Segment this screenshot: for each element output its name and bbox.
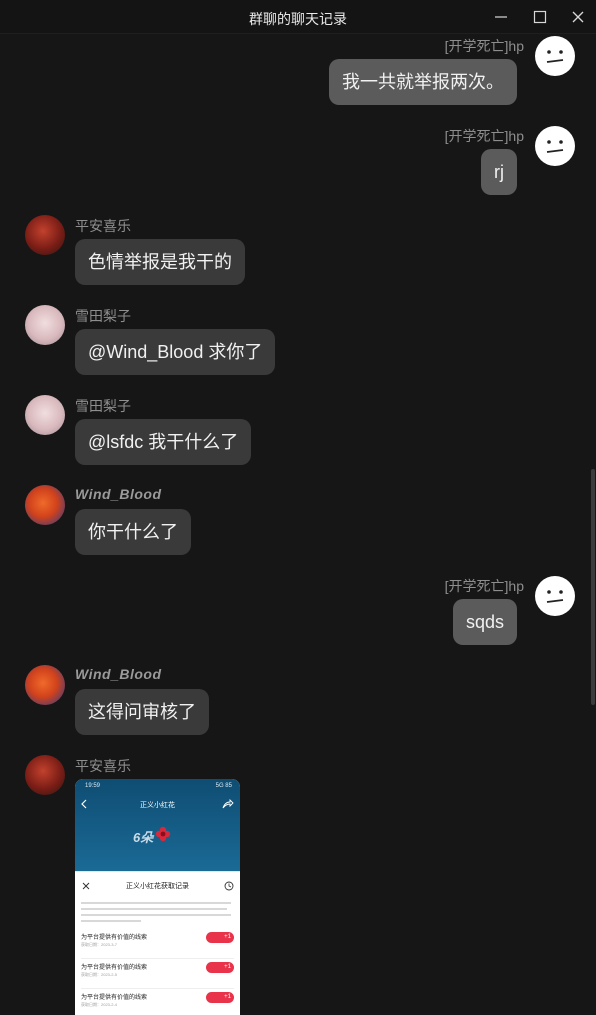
list-item: 为平台提供有价值的线索 获取日期：2023-2-5 +1 [81, 959, 234, 989]
flower-badge: +1 [206, 962, 234, 973]
image-message[interactable]: 19:59 5G 85 正义小红花 6朵 正义小红花获取记录 为平台提供有价值的… [75, 779, 240, 1015]
clock-icon [224, 881, 234, 891]
title-bar: 群聊的聊天记录 [0, 0, 596, 34]
maximize-button[interactable] [521, 0, 559, 34]
list-item: 为平台提供有价值的线索 获取日期：2023-2-4 +1 [81, 989, 234, 1015]
share-icon [222, 799, 234, 809]
message-bubble[interactable]: 这得问审核了 [75, 689, 209, 735]
message-bubble[interactable]: @Wind_Blood 求你了 [75, 329, 276, 375]
row-title: 为平台提供有价值的线索 [81, 995, 148, 1001]
message-bubble[interactable]: rj [481, 149, 517, 195]
sender-name: 平安喜乐 [75, 758, 131, 774]
red-character-avatar[interactable] [25, 755, 65, 795]
list-item: 为平台提供有价值的线索 获取日期：2023-3-7 +1 [81, 929, 234, 959]
meh-face-icon[interactable] [535, 576, 575, 616]
status-signal: 5G 85 [215, 783, 232, 789]
meh-face-icon[interactable] [535, 36, 575, 76]
flower-badge: +1 [206, 932, 234, 943]
meh-face-icon[interactable] [535, 126, 575, 166]
divider [75, 871, 240, 872]
message-bubble[interactable]: sqds [452, 599, 517, 645]
sender-name: 雪田梨子 [75, 308, 131, 324]
sender-name: 平安喜乐 [75, 218, 131, 234]
flower-badge: +1 [206, 992, 234, 1003]
red-character-avatar[interactable] [25, 215, 65, 255]
message-bubble[interactable]: @lsfdc 我干什么了 [75, 419, 252, 465]
pale-character-avatar[interactable] [25, 305, 65, 345]
chat-history[interactable]: [开学死亡]hp 我一共就举报两次。 [开学死亡]hp rj 平安喜乐 色情举报… [0, 35, 588, 1015]
screenshot-title: 正义小红花 [140, 802, 175, 809]
message-bubble[interactable]: 你干什么了 [75, 509, 191, 555]
message-bubble[interactable]: 我一共就举报两次。 [329, 59, 517, 105]
sender-name: 雪田梨子 [75, 398, 131, 414]
sender-name: [开学死亡]hp [444, 578, 524, 594]
sender-name: [开学死亡]hp [444, 128, 524, 144]
orange-hair-avatar[interactable] [25, 665, 65, 705]
red-flower-icon [155, 826, 171, 842]
flower-count: 6朵 [133, 830, 154, 845]
pale-character-avatar[interactable] [25, 395, 65, 435]
sender-name: [开学死亡]hp [444, 38, 524, 54]
close-button[interactable] [559, 0, 596, 34]
row-title: 为平台提供有价值的线索 [81, 965, 148, 971]
sender-name: Wind_Blood [75, 486, 162, 502]
scrollbar[interactable] [589, 35, 596, 1015]
sheet-title: 正义小红花获取记录 [126, 883, 189, 890]
status-time: 19:59 [85, 783, 101, 789]
sender-name: Wind_Blood [75, 666, 162, 682]
screenshot-header: 19:59 5G 85 正义小红花 6朵 [75, 779, 240, 871]
orange-hair-avatar[interactable] [25, 485, 65, 525]
row-date: 获取日期：2023-2-5 [81, 972, 118, 977]
row-title: 为平台提供有价值的线索 [81, 935, 148, 941]
scrollbar-thumb[interactable] [591, 469, 595, 705]
message-bubble[interactable]: 色情举报是我干的 [75, 239, 245, 285]
minimize-icon [495, 16, 507, 18]
row-date: 获取日期：2023-2-4 [81, 1002, 118, 1007]
description-text-lines [81, 902, 231, 922]
close-icon [572, 11, 584, 23]
maximize-icon [533, 10, 547, 24]
row-date: 获取日期：2023-3-7 [81, 942, 118, 947]
minimize-button[interactable] [482, 0, 520, 34]
